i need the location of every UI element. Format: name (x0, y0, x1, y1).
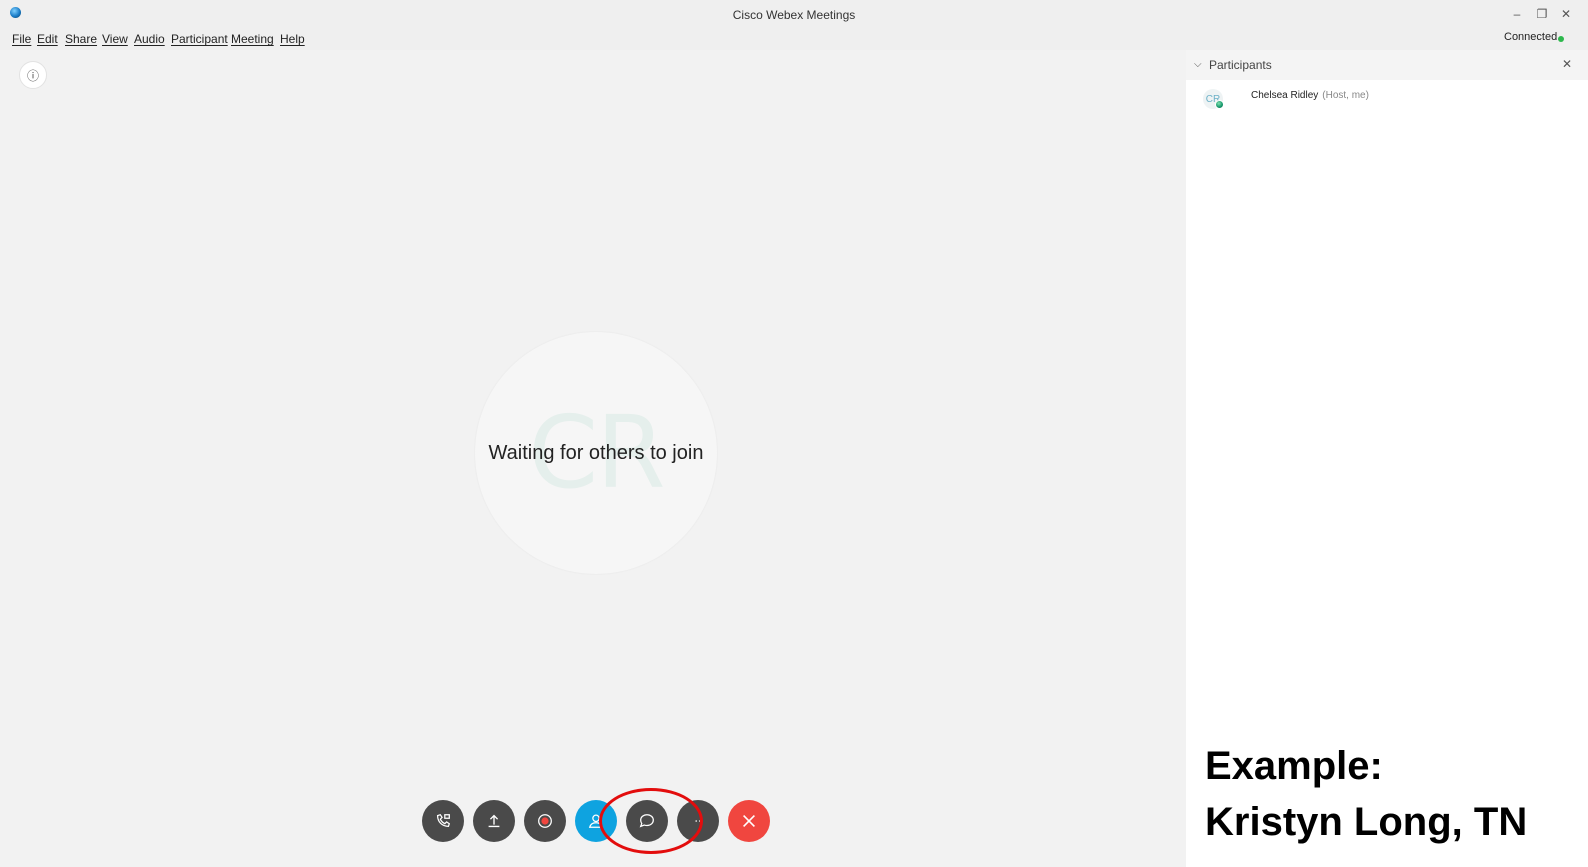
menu-view[interactable]: View (102, 32, 128, 46)
menu-participant[interactable]: Participant (171, 32, 228, 46)
close-panel-button[interactable]: ✕ (1562, 57, 1572, 71)
participant-role: (Host, me) (1322, 90, 1369, 101)
connection-status: Connected (1504, 31, 1558, 43)
example-caption-line2: Kristyn Long, TN (1205, 800, 1528, 844)
meeting-stage: ⓘ CR Waiting for others to join (0, 50, 1186, 867)
end-meeting-button[interactable] (728, 800, 770, 842)
chat-bubble-icon (639, 814, 654, 828)
person-icon (588, 814, 604, 828)
chevron-down-icon[interactable]: ⌵ (1194, 59, 1202, 70)
upload-icon (488, 814, 500, 828)
menu-file[interactable]: File (12, 32, 31, 46)
menu-meeting[interactable]: Meeting (231, 32, 274, 46)
info-icon: ⓘ (26, 68, 39, 83)
participant-name-line: Chelsea Ridley (Host, me) (1251, 90, 1369, 101)
menu-help[interactable]: Help (280, 32, 305, 46)
phone-icon (436, 813, 451, 828)
meeting-info-button[interactable]: ⓘ (19, 61, 47, 89)
close-window-button[interactable]: ✕ (1558, 6, 1574, 22)
menu-audio[interactable]: Audio (134, 32, 165, 46)
share-button[interactable] (473, 800, 515, 842)
record-button[interactable] (524, 800, 566, 842)
example-caption: Example: Kristyn Long, TN (1205, 738, 1527, 850)
participants-panel-header[interactable]: ⌵ Participants ✕ (1186, 50, 1588, 80)
example-caption-line1: Example: (1205, 744, 1383, 788)
minimize-button[interactable]: – (1509, 6, 1525, 22)
participants-button[interactable] (575, 800, 617, 842)
participant-name: Chelsea Ridley (1251, 90, 1319, 101)
participant-status-icon (1215, 100, 1224, 109)
participants-panel-title: Participants (1209, 58, 1272, 72)
more-options-button[interactable] (677, 800, 719, 842)
close-icon (743, 815, 755, 827)
connection-status-dot (1558, 36, 1564, 42)
chat-button[interactable] (626, 800, 668, 842)
ellipsis-icon (695, 820, 701, 822)
menu-edit[interactable]: Edit (37, 32, 58, 46)
waiting-message: Waiting for others to join (488, 442, 704, 464)
title-bar: Cisco Webex Meetings – ❐ ✕ (0, 0, 1588, 28)
maximize-button[interactable]: ❐ (1534, 6, 1550, 22)
record-icon (538, 814, 552, 828)
window-title: Cisco Webex Meetings (732, 8, 856, 22)
menu-share[interactable]: Share (65, 32, 97, 46)
audio-button[interactable] (422, 800, 464, 842)
menu-bar: File Edit Share View Audio Participant M… (0, 28, 1588, 50)
